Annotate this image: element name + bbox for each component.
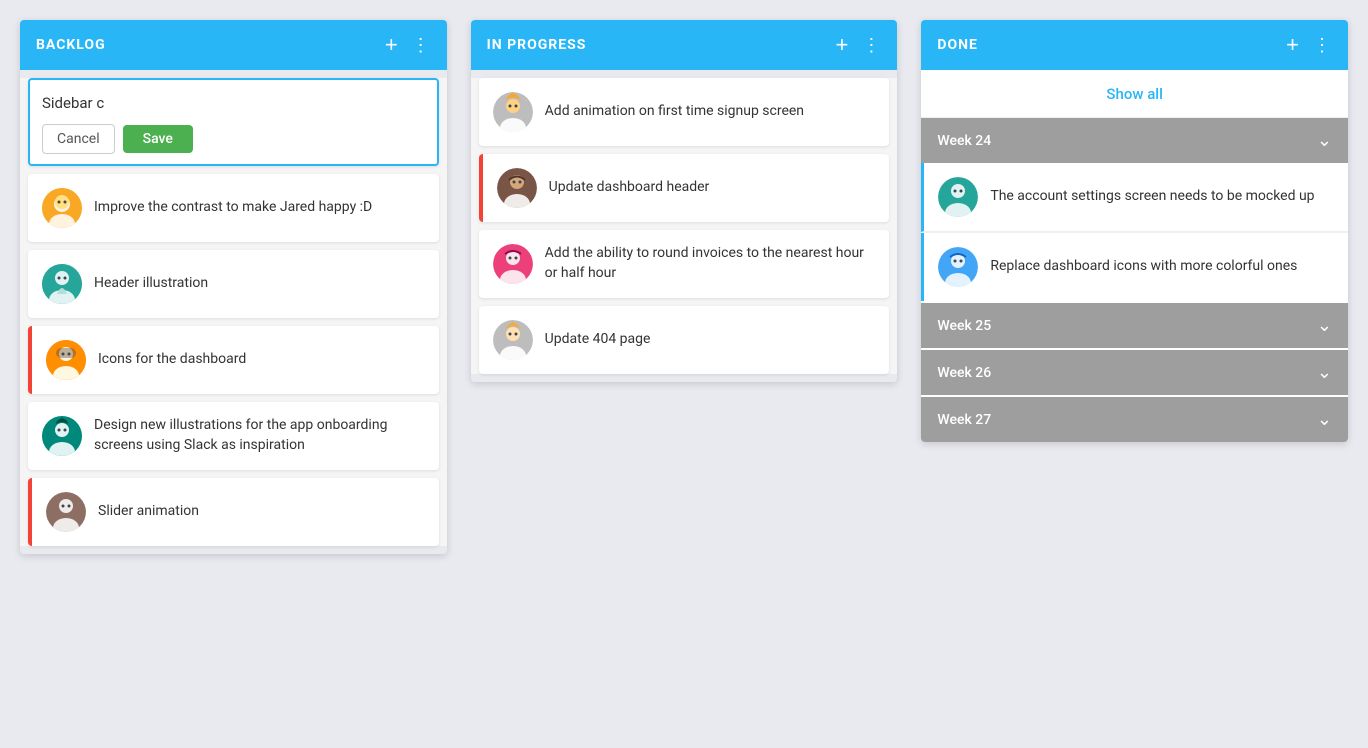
avatar-svg-ip1 (493, 92, 533, 132)
week-26-header[interactable]: Week 26 ⌄ (921, 350, 1348, 395)
card-text-ip3: Add the ability to round invoices to the… (545, 244, 876, 283)
backlog-add-button[interactable]: + (385, 34, 398, 56)
avatar-svg-ip4 (493, 320, 533, 360)
avatar-svg-bl4 (42, 416, 82, 456)
avatar-svg-d2 (938, 247, 978, 287)
week-27-header[interactable]: Week 27 ⌄ (921, 397, 1348, 442)
show-all-bar: Show all (921, 70, 1348, 118)
avatar-ip1 (493, 92, 533, 132)
backlog-menu-button[interactable]: ⋮ (412, 36, 431, 54)
card-text-bl1: Improve the contrast to make Jared happy… (94, 198, 372, 218)
avatar-bl4 (42, 416, 82, 456)
card-ip2[interactable]: Update dashboard header (479, 154, 890, 222)
card-text-ip2: Update dashboard header (549, 178, 710, 198)
card-text-bl3: Icons for the dashboard (98, 350, 246, 370)
in-progress-add-button[interactable]: + (835, 34, 848, 56)
avatar-bl2 (42, 264, 82, 304)
column-done-header: DONE + ⋮ (921, 20, 1348, 70)
plus-icon-ip: + (835, 34, 848, 56)
card-bl1[interactable]: Improve the contrast to make Jared happy… (28, 174, 439, 242)
card-bl3[interactable]: Icons for the dashboard (28, 326, 439, 394)
card-text-bl5: Slider animation (98, 502, 199, 522)
chevron-down-icon-week24: ⌄ (1317, 130, 1332, 151)
avatar-bl3 (46, 340, 86, 380)
card-bl2[interactable]: Header illustration (28, 250, 439, 318)
card-ip4[interactable]: Update 404 page (479, 306, 890, 374)
in-progress-menu-button[interactable]: ⋮ (862, 36, 881, 54)
avatar-bl5 (46, 492, 86, 532)
show-all-link[interactable]: Show all (1106, 85, 1163, 103)
card-text-d1: The account settings screen needs to be … (990, 187, 1314, 207)
column-in-progress-header: IN PROGRESS + ⋮ (471, 20, 898, 70)
avatar-svg-d1 (938, 177, 978, 217)
new-card-actions: Cancel Save (42, 124, 425, 154)
card-d2[interactable]: Replace dashboard icons with more colorf… (921, 233, 1348, 301)
week-24-cards: The account settings screen needs to be … (921, 163, 1348, 301)
save-button[interactable]: Save (123, 125, 193, 153)
avatar-svg-ip2 (497, 168, 537, 208)
week-24-label: Week 24 (937, 133, 991, 149)
avatar-ip3 (493, 244, 533, 284)
column-backlog: BACKLOG + ⋮ Cancel Save (20, 20, 447, 554)
week-25-header[interactable]: Week 25 ⌄ (921, 303, 1348, 348)
column-backlog-header: BACKLOG + ⋮ (20, 20, 447, 70)
kanban-board: BACKLOG + ⋮ Cancel Save (20, 20, 1348, 554)
column-done-actions: + ⋮ (1286, 34, 1332, 56)
avatar-ip4 (493, 320, 533, 360)
dots-icon-ip: ⋮ (862, 36, 881, 54)
avatar-d2 (938, 247, 978, 287)
card-text-bl4: Design new illustrations for the app onb… (94, 416, 425, 455)
column-backlog-actions: + ⋮ (385, 34, 431, 56)
column-in-progress-title: IN PROGRESS (487, 37, 587, 53)
avatar-svg-bl1 (42, 188, 82, 228)
card-bl5[interactable]: Slider animation (28, 478, 439, 546)
avatar-svg-bl3 (46, 340, 86, 380)
card-ip1[interactable]: Add animation on first time signup scree… (479, 78, 890, 146)
column-backlog-title: BACKLOG (36, 37, 106, 53)
done-add-button[interactable]: + (1286, 34, 1299, 56)
column-in-progress-body: Add animation on first time signup scree… (471, 78, 898, 374)
chevron-down-icon-week25: ⌄ (1317, 315, 1332, 336)
new-card-area: Cancel Save (28, 78, 439, 166)
card-text-bl2: Header illustration (94, 274, 208, 294)
avatar-ip2 (497, 168, 537, 208)
done-menu-button[interactable]: ⋮ (1313, 36, 1332, 54)
avatar-svg-bl2 (42, 264, 82, 304)
week-25-label: Week 25 (937, 318, 991, 334)
chevron-down-icon-week26: ⌄ (1317, 362, 1332, 383)
column-backlog-body: Cancel Save Improve the contrast (20, 78, 447, 546)
plus-icon-done: + (1286, 34, 1299, 56)
card-text-ip1: Add animation on first time signup scree… (545, 102, 804, 122)
avatar-d1 (938, 177, 978, 217)
card-text-ip4: Update 404 page (545, 330, 651, 350)
card-d1[interactable]: The account settings screen needs to be … (921, 163, 1348, 232)
column-in-progress: IN PROGRESS + ⋮ (471, 20, 898, 382)
card-ip3[interactable]: Add the ability to round invoices to the… (479, 230, 890, 298)
week-24-header[interactable]: Week 24 ⌄ (921, 118, 1348, 163)
column-done-body: Show all Week 24 ⌄ (921, 70, 1348, 442)
dots-icon: ⋮ (412, 36, 431, 54)
chevron-down-icon-week27: ⌄ (1317, 409, 1332, 430)
card-text-d2: Replace dashboard icons with more colorf… (990, 257, 1297, 277)
week-26-label: Week 26 (937, 365, 991, 381)
dots-icon-done: ⋮ (1313, 36, 1332, 54)
new-card-input[interactable] (42, 90, 425, 116)
column-done: DONE + ⋮ Show all Week 24 ⌄ (921, 20, 1348, 442)
card-bl4[interactable]: Design new illustrations for the app onb… (28, 402, 439, 470)
column-done-title: DONE (937, 37, 978, 53)
plus-icon: + (385, 34, 398, 56)
week-27-label: Week 27 (937, 412, 991, 428)
avatar-svg-ip3 (493, 244, 533, 284)
column-in-progress-actions: + ⋮ (835, 34, 881, 56)
cancel-button[interactable]: Cancel (42, 124, 115, 154)
avatar-svg-bl5 (46, 492, 86, 532)
avatar-bl1 (42, 188, 82, 228)
